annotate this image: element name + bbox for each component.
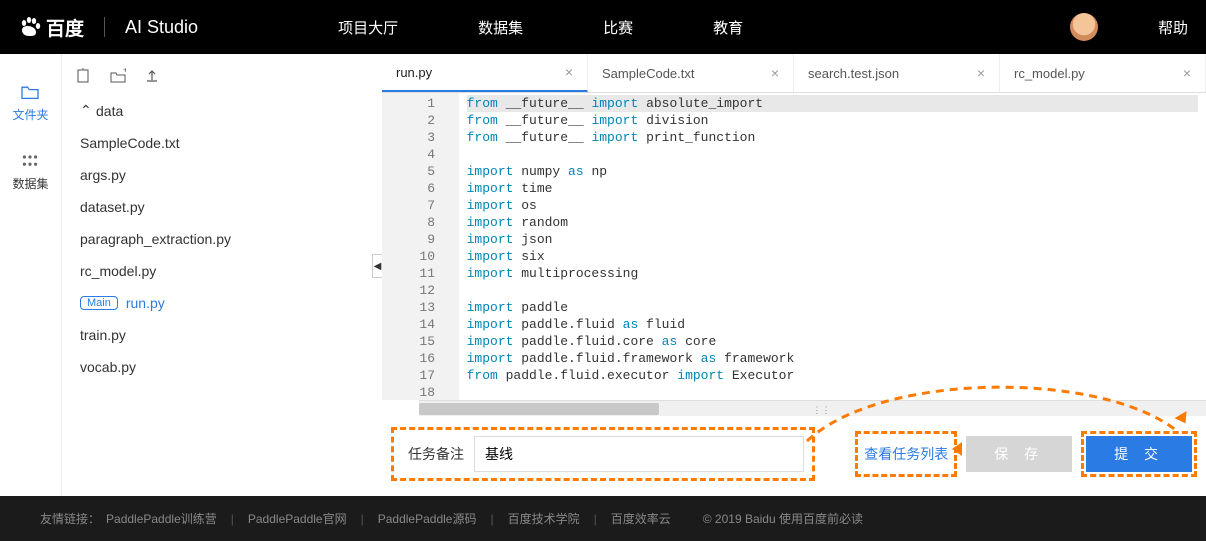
tab-label: rc_model.py [1014,66,1085,81]
top-nav: 项目大厅 数据集 比赛 教育 [338,17,743,38]
rail-files[interactable]: 文件夹 [12,84,48,123]
rail-datasets-label: 数据集 [12,175,48,192]
tab-run[interactable]: run.py × [382,54,588,92]
footer-link-cloud[interactable]: 百度效率云 [611,510,671,527]
main-tag: Main [80,296,118,310]
file-tree: ⌃data SampleCode.txt args.py dataset.py … [62,94,382,383]
upload-icon[interactable] [144,68,160,84]
file-train[interactable]: train.py [76,319,368,351]
action-bar: 任务备注 查看任务列表 保 存 提 交 [382,416,1206,496]
tab-label: SampleCode.txt [602,66,695,81]
file-label: rc_model.py [80,263,156,279]
footer-label: 友情链接： [40,510,100,527]
file-label: vocab.py [80,359,136,375]
nav-lobby[interactable]: 项目大厅 [338,17,398,38]
tab-search-test[interactable]: search.test.json × [794,54,1000,92]
rail-datasets[interactable]: 数据集 [12,153,48,192]
footer-copyright: © 2019 Baidu 使用百度前必读 [703,510,863,527]
save-button[interactable]: 保 存 [966,436,1072,472]
paw-icon [18,15,42,39]
close-icon[interactable]: × [771,65,779,81]
chevron-down-icon: ⌃ [80,102,88,119]
file-label: SampleCode.txt [80,135,180,151]
scrollbar-thumb[interactable] [419,403,659,415]
explorer-toolbar: + + [62,62,382,94]
file-args[interactable]: args.py [76,159,368,191]
dataset-icon [20,153,40,169]
tab-rc-model[interactable]: rc_model.py × [1000,54,1206,92]
file-label: args.py [80,167,126,183]
avatar[interactable] [1070,13,1098,41]
nav-datasets[interactable]: 数据集 [478,17,523,38]
close-icon[interactable]: × [977,65,985,81]
tab-samplecode[interactable]: SampleCode.txt × [588,54,794,92]
remark-group-highlight: 任务备注 [396,432,810,476]
file-vocab[interactable]: vocab.py [76,351,368,383]
top-bar: 百度 AI Studio 项目大厅 数据集 比赛 教育 帮助 [0,0,1206,54]
footer-link-source[interactable]: PaddlePaddle源码 [378,510,477,527]
rail-files-label: 文件夹 [12,106,48,123]
line-gutter: 1 2 3 4 5 6 7 8 9 10 11 12 13 14 15 16 1… [382,93,459,400]
studio-text: AI Studio [125,17,198,38]
new-folder-icon[interactable]: + [110,68,126,84]
left-rail: 文件夹 数据集 [0,54,62,496]
nav-competition[interactable]: 比赛 [603,17,633,38]
view-tasks-link[interactable]: 查看任务列表 [860,436,952,472]
horizontal-scrollbar[interactable]: ⋮⋮ [419,400,1206,416]
footer-link-official[interactable]: PaddlePaddle官网 [248,510,347,527]
file-samplecode[interactable]: SampleCode.txt [76,127,368,159]
baidu-logo: 百度 [18,14,84,41]
folder-label: data [96,103,123,119]
nav-education[interactable]: 教育 [713,17,743,38]
code-content[interactable]: from __future__ import absolute_import f… [459,93,1206,400]
svg-text:+: + [80,68,85,73]
help-link[interactable]: 帮助 [1158,17,1188,38]
footer: 友情链接： PaddlePaddle训练营| PaddlePaddle官网| P… [0,496,1206,541]
tab-label: search.test.json [808,66,899,81]
file-paragraph-extraction[interactable]: paragraph_extraction.py [76,223,368,255]
footer-link-tech[interactable]: 百度技术学院 [508,510,580,527]
remark-label: 任务备注 [398,444,474,464]
file-label: dataset.py [80,199,145,215]
brand-divider [104,17,105,37]
remark-input[interactable] [474,436,804,472]
scrollbar-grip-icon: ⋮⋮ [813,405,831,416]
code-editor[interactable]: 1 2 3 4 5 6 7 8 9 10 11 12 13 14 15 16 1… [382,93,1206,400]
close-icon[interactable]: × [565,64,573,80]
file-dataset[interactable]: dataset.py [76,191,368,223]
editor-tabs: run.py × SampleCode.txt × search.test.json… [382,54,1206,93]
svg-text:+: + [123,68,126,75]
new-file-icon[interactable]: + [76,68,92,84]
workspace: 文件夹 数据集 + + ⌃ data SampleCode.txt args.py… [0,54,1206,496]
submit-button[interactable]: 提 交 [1086,436,1192,472]
file-rc-model[interactable]: rc_model.py [76,255,368,287]
folder-icon [20,84,40,100]
file-run[interactable]: Main run.py [76,287,368,319]
collapse-explorer-handle[interactable]: ◀ [372,254,382,278]
tab-label: run.py [396,65,432,80]
editor-column: ◀ run.py× SampleCode.txt× search.test.js… [382,54,1206,496]
file-label: train.py [80,327,126,343]
folder-data[interactable]: ⌃ data [76,94,368,127]
baidu-text: 百度 [46,14,84,41]
brand: 百度 AI Studio [18,14,198,41]
file-label: run.py [126,295,165,311]
arrow-head-icon [952,442,962,456]
file-label: paragraph_extraction.py [80,231,231,247]
footer-link-training[interactable]: PaddlePaddle训练营 [106,510,217,527]
close-icon[interactable]: × [1183,65,1191,81]
file-explorer: + + ⌃ data SampleCode.txt args.py dataset… [62,54,382,496]
